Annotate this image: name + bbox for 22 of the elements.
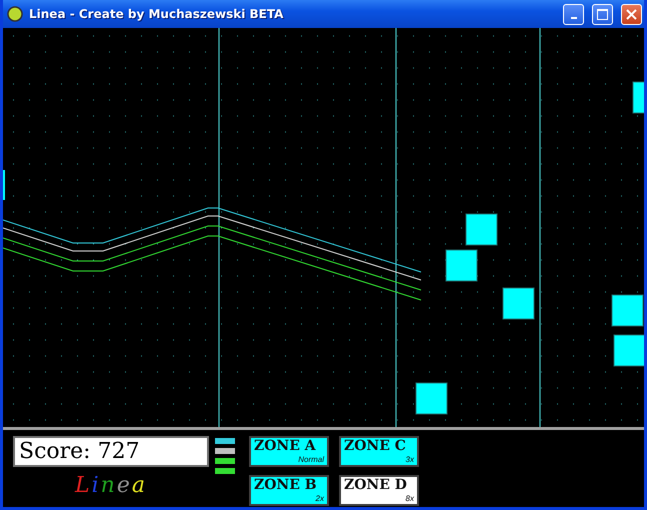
edge-marker bbox=[3, 170, 5, 200]
maximize-icon bbox=[597, 8, 608, 20]
maximize-button[interactable] bbox=[592, 4, 613, 24]
close-button[interactable] bbox=[621, 4, 642, 24]
obstacle-block bbox=[416, 382, 448, 414]
zone-button[interactable]: ZONE C 3x bbox=[339, 436, 419, 467]
zone-button[interactable]: ZONE B 2x bbox=[249, 474, 329, 506]
window-title: Linea - Create by Muchaszewski BETA bbox=[29, 7, 284, 21]
zone-button[interactable]: ZONE A Normal bbox=[249, 436, 329, 467]
minimize-icon bbox=[570, 17, 576, 19]
obstacle-block bbox=[446, 250, 478, 282]
obstacle-block bbox=[466, 214, 498, 246]
obstacle-block bbox=[632, 82, 644, 114]
obstacle-block bbox=[612, 294, 644, 326]
close-icon bbox=[626, 8, 637, 20]
zone-button[interactable]: ZONE D 8x bbox=[339, 474, 419, 506]
app-icon bbox=[7, 6, 23, 22]
minimize-button[interactable] bbox=[563, 4, 584, 24]
logo: Li nea bbox=[75, 473, 147, 498]
obstacle-block bbox=[614, 334, 644, 366]
score-display: Score: 727 bbox=[13, 436, 209, 467]
obstacle-block bbox=[502, 288, 534, 320]
